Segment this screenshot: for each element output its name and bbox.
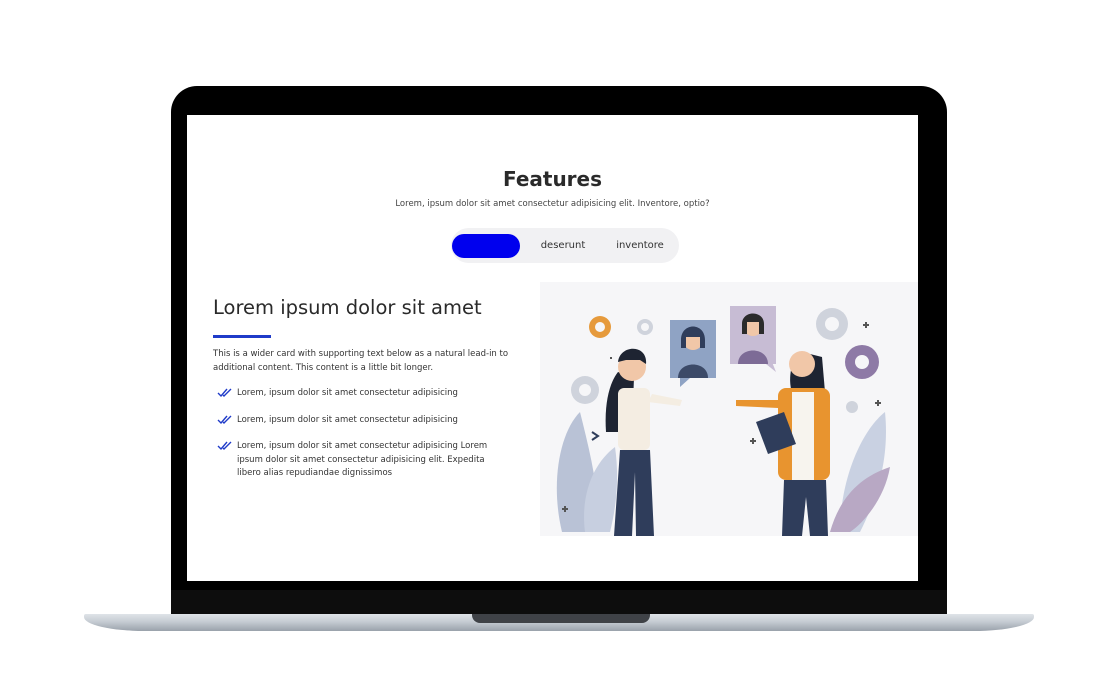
double-check-icon — [217, 388, 232, 398]
list-item-text: Lorem, ipsum dolor sit amet consectetur … — [237, 388, 458, 398]
feature-list: Lorem, ipsum dolor sit amet consectetur … — [217, 387, 505, 481]
gear-icon — [589, 316, 611, 338]
section-title: Features — [502, 167, 603, 191]
tab-inventore[interactable]: inventore — [606, 234, 674, 258]
list-item: Lorem, ipsum dolor sit amet consectetur … — [217, 440, 505, 481]
double-check-icon — [217, 415, 232, 424]
card-heading: Lorem ipsum dolor sit amet — [213, 296, 482, 319]
laptop-screen: Features Lorem, ipsum dolor sit amet con… — [187, 115, 918, 581]
section-subtitle: Lorem, ipsum dolor sit amet consectetur … — [395, 199, 710, 209]
laptop-bezel-bottom — [171, 590, 947, 614]
list-item-text: Lorem, ipsum dolor sit amet consectetur … — [237, 414, 458, 425]
heading-underline — [213, 335, 271, 338]
list-item: Lorem, ipsum dolor sit amet consectetur … — [217, 414, 505, 428]
tab-lorem[interactable]: Lorem — [452, 234, 520, 258]
card-text: This is a wider card with supporting tex… — [213, 349, 509, 373]
list-item-text: Lorem, ipsum dolor sit amet consectetur … — [237, 441, 488, 478]
list-item: Lorem, ipsum dolor sit amet consectetur … — [217, 387, 505, 401]
tab-deserunt[interactable]: deserunt — [529, 234, 597, 258]
laptop-base-notch — [472, 614, 650, 623]
double-check-icon — [217, 441, 232, 451]
tab-bar: Lorem deserunt inventore — [451, 228, 679, 263]
team-collaboration-illustration — [540, 282, 918, 536]
